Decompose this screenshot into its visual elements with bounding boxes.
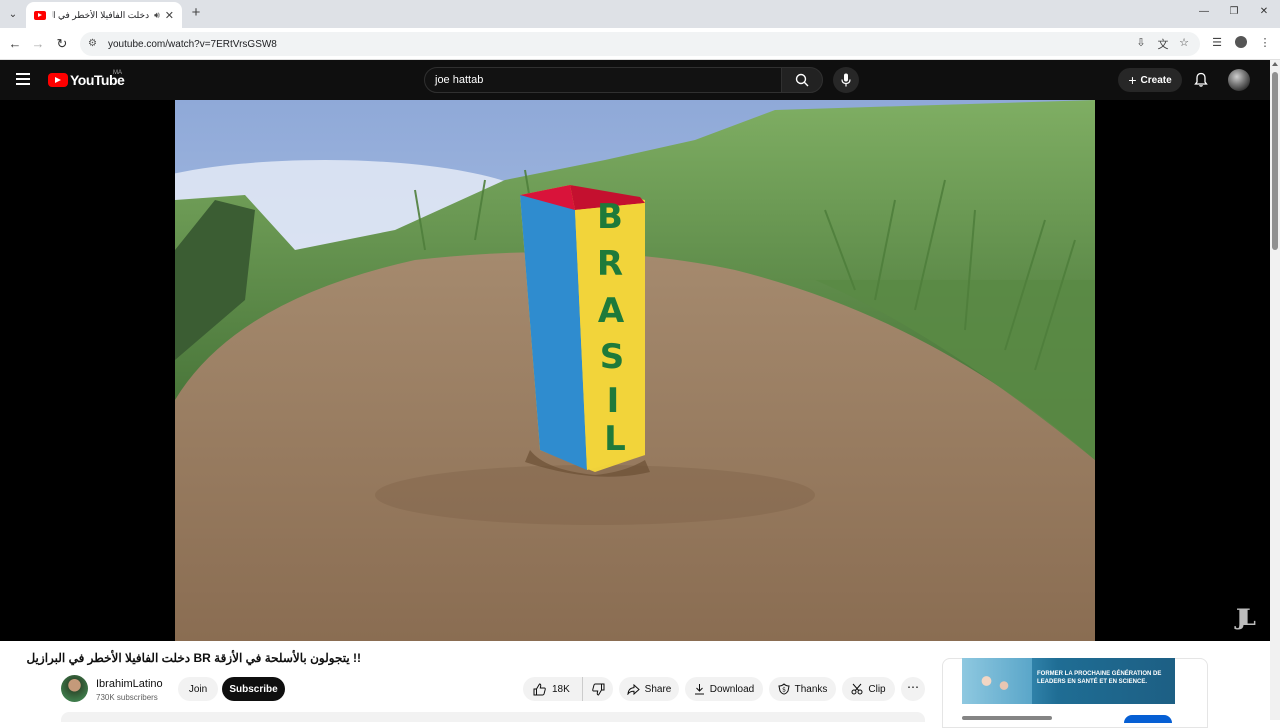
- tab-close-icon[interactable]: ✕: [165, 9, 174, 22]
- reading-list-icon[interactable]: ☰: [1209, 36, 1225, 49]
- search-button[interactable]: [781, 67, 823, 93]
- post-letter: S: [600, 337, 625, 377]
- download-label: Download: [709, 683, 755, 695]
- voice-search-button[interactable]: [833, 67, 859, 93]
- youtube-play-icon: [48, 73, 68, 87]
- translate-icon[interactable]: 文: [1155, 36, 1171, 52]
- notifications-bell-icon[interactable]: [1193, 72, 1209, 88]
- like-count: 18K: [552, 683, 570, 695]
- url-text: youtube.com/watch?v=7ERtVrsGSW8: [108, 38, 277, 50]
- subscribe-button[interactable]: Subscribe: [222, 677, 285, 701]
- create-button[interactable]: + Create: [1118, 68, 1182, 92]
- scissors-icon: [851, 683, 863, 695]
- clip-label: Clip: [868, 683, 886, 695]
- subscriber-count: 730K subscribers: [96, 693, 158, 702]
- thanks-dollar-icon: $: [777, 683, 790, 695]
- bookmark-star-icon[interactable]: ☆: [1176, 36, 1192, 49]
- search-input[interactable]: joe hattab: [424, 67, 782, 93]
- post-letter: I: [607, 381, 620, 421]
- subscribe-label: Subscribe: [229, 683, 278, 695]
- dislike-button[interactable]: [583, 677, 613, 701]
- more-actions-icon[interactable]: ⋯: [901, 677, 925, 701]
- share-label: Share: [644, 683, 672, 695]
- ad-caption-line: [962, 716, 1052, 720]
- reload-button[interactable]: ↻: [54, 36, 70, 52]
- restore-icon[interactable]: ❐: [1226, 6, 1242, 17]
- video-player[interactable]: B R A S I L JL: [0, 100, 1270, 641]
- download-button[interactable]: Download: [685, 677, 763, 701]
- download-icon: [694, 684, 704, 695]
- region-code: MA: [113, 70, 122, 76]
- search-icon: [795, 73, 809, 87]
- post-letter: R: [597, 244, 623, 284]
- share-icon: [627, 683, 640, 695]
- back-button[interactable]: ←: [7, 36, 23, 52]
- like-dislike-group: 18K: [523, 677, 613, 701]
- search-query: joe hattab: [435, 74, 484, 86]
- post-letter: L: [604, 419, 626, 459]
- channel-name[interactable]: IbrahimLatino: [96, 678, 163, 690]
- video-frame[interactable]: B R A S I L: [175, 100, 1095, 641]
- account-avatar[interactable]: [1228, 69, 1250, 91]
- plus-icon: +: [1128, 72, 1137, 88]
- ad-photo: [962, 658, 1032, 704]
- thumbs-up-icon: [533, 682, 546, 695]
- ad-cta-button[interactable]: [1124, 715, 1172, 723]
- channel-avatar[interactable]: [61, 675, 88, 702]
- share-button[interactable]: Share: [619, 677, 679, 701]
- close-window-icon[interactable]: ✕: [1256, 6, 1272, 17]
- audio-playing-icon[interactable]: 🔊︎: [154, 10, 160, 21]
- new-tab-button[interactable]: +: [188, 5, 204, 21]
- ad-banner-image[interactable]: FORMER LA PROCHAINE GÉNÉRATION DE LEADER…: [962, 658, 1175, 704]
- scrollbar-thumb[interactable]: [1272, 72, 1278, 250]
- browser-menu-icon[interactable]: ⋮: [1257, 36, 1273, 49]
- minimize-icon[interactable]: —: [1196, 6, 1212, 17]
- description-box[interactable]: [61, 712, 925, 722]
- video-title: !! يتجولون بالأسلحة في الأزقة BR دخلت ال…: [26, 651, 361, 665]
- omnibox[interactable]: ⚙︎ youtube.com/watch?v=7ERtVrsGSW8: [80, 32, 1200, 56]
- microphone-icon: [841, 73, 851, 87]
- scroll-up-arrow-icon[interactable]: [1272, 62, 1278, 66]
- thumbs-down-icon: [591, 683, 604, 696]
- post-letter: A: [598, 291, 625, 331]
- like-button[interactable]: 18K: [523, 677, 583, 701]
- channel-watermark[interactable]: JL: [1236, 605, 1256, 631]
- profile-icon[interactable]: [1233, 36, 1249, 51]
- create-label: Create: [1140, 74, 1172, 86]
- ad-banner-text: FORMER LA PROCHAINE GÉNÉRATION DE LEADER…: [1037, 671, 1162, 685]
- clip-button[interactable]: Clip: [842, 677, 895, 701]
- tab-title: دخلت الفافيلا الأخطر في البرا: [52, 9, 150, 20]
- tab-search-dropdown-icon[interactable]: ⌄: [4, 5, 22, 23]
- forward-button[interactable]: →: [30, 36, 46, 52]
- youtube-favicon-icon: [34, 10, 46, 20]
- browser-toolbar: ← → ↻ ⚙︎ youtube.com/watch?v=7ERtVrsGSW8…: [0, 28, 1280, 60]
- join-button[interactable]: Join: [178, 677, 218, 701]
- browser-tab-active[interactable]: دخلت الفافيلا الأخطر في البرا 🔊︎ ✕: [26, 2, 182, 28]
- video-scene-image: B R A S I L: [175, 100, 1095, 641]
- svg-text:$: $: [782, 687, 786, 694]
- browser-tab-strip: ⌄ دخلت الفافيلا الأخطر في البرا 🔊︎ ✕ + —…: [0, 0, 1280, 28]
- youtube-header: YouTube MA joe hattab + Create: [0, 60, 1280, 100]
- site-info-icon[interactable]: ⚙︎: [88, 38, 100, 50]
- post-letter: B: [597, 197, 623, 237]
- install-app-icon[interactable]: ⇩: [1133, 36, 1149, 49]
- thanks-button[interactable]: $ Thanks: [769, 677, 836, 701]
- guide-menu-icon[interactable]: [16, 73, 30, 85]
- thanks-label: Thanks: [794, 683, 828, 695]
- page-scrollbar[interactable]: [1270, 60, 1280, 720]
- join-label: Join: [188, 683, 208, 695]
